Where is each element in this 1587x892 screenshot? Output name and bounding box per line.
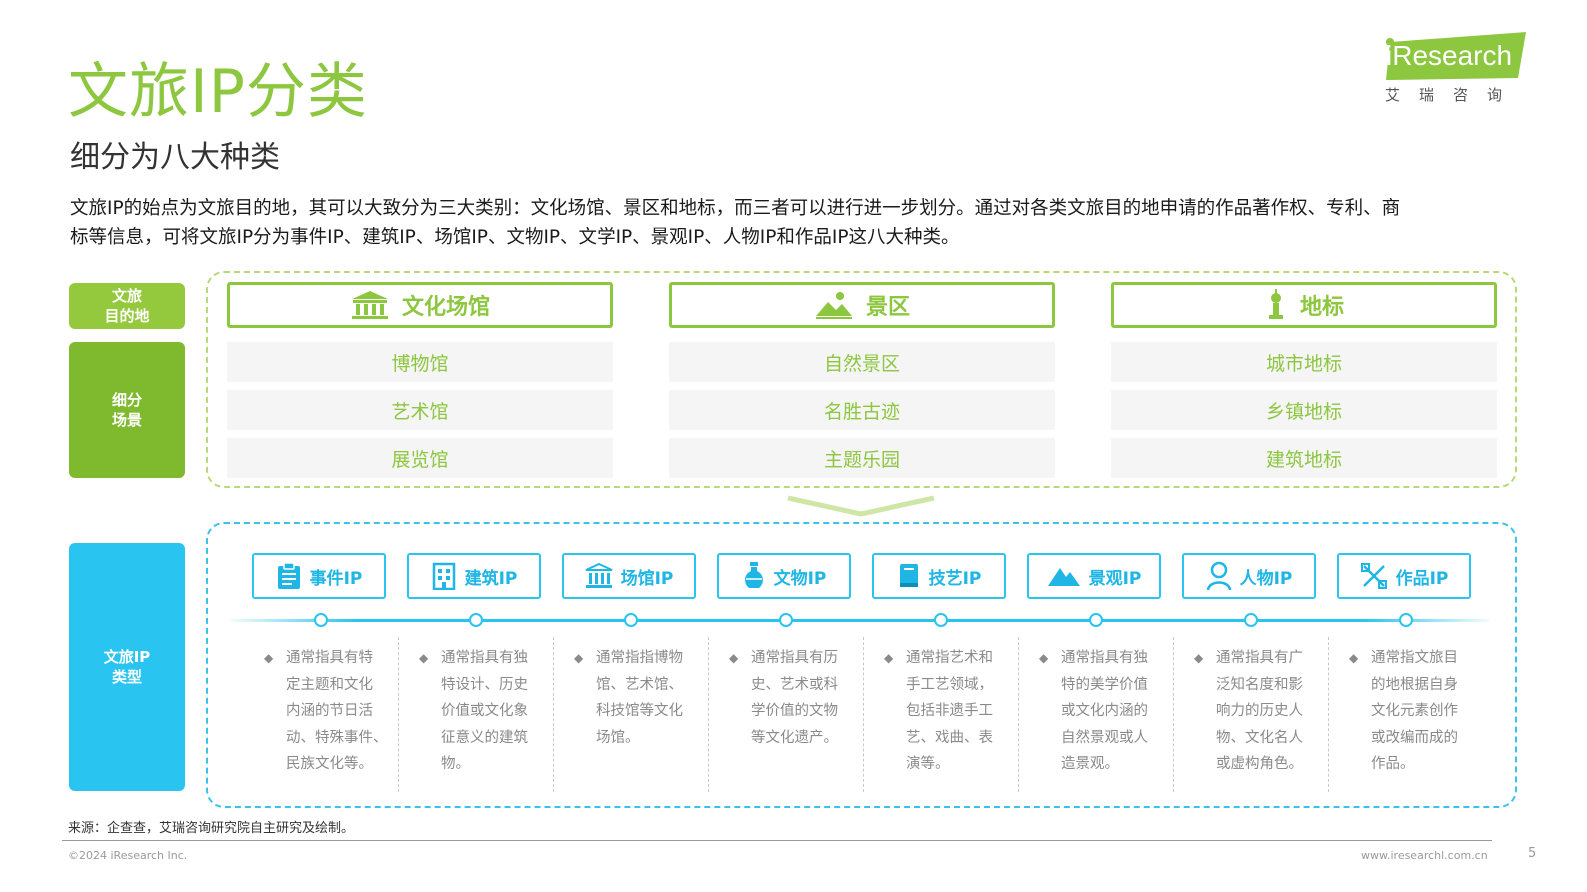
ip-type-venue: 场馆IP: [562, 553, 696, 599]
intro-line: 标等信息，可将文旅IP分为事件IP、建筑IP、场馆IP、文物IP、文学IP、景观…: [70, 227, 960, 248]
label-destination: 文旅 目的地: [69, 283, 185, 329]
diamond-bullet-icon: ◆: [884, 651, 894, 665]
ip-type-description: ◆ 通常指具有独 特的美学价值 或文化内涵的 自然景观或人 造景观。: [1039, 645, 1181, 778]
scene-item: 博物馆: [227, 342, 613, 382]
tower-icon: [1268, 289, 1283, 319]
diamond-bullet-icon: ◆: [729, 651, 739, 665]
page-number: 5: [1528, 846, 1537, 861]
scene-item: 乡镇地标: [1111, 390, 1497, 430]
ip-type-relic: 文物IP: [717, 553, 851, 599]
ip-type-description: ◆ 通常指指博物 馆、艺术馆、 科技馆等文化 场馆。: [574, 645, 716, 751]
venue-icon: [585, 563, 613, 588]
timeline-line: [230, 619, 1490, 622]
logo-brand: iResearch: [1386, 40, 1513, 71]
intro-line: 文旅IP的始点为文旅目的地，其可以大致分为三大类别：文化场馆、景区和地标，而三者…: [70, 198, 1401, 219]
ip-type-landscape: 景观IP: [1027, 553, 1161, 599]
logo-subtitle: 艾瑞咨询: [1385, 86, 1522, 104]
person-icon: [1206, 561, 1231, 591]
ip-type-architecture: 建筑IP: [407, 553, 541, 599]
ip-type-description: ◆ 通常指文旅目 的地根据自身 文化元素创作 或改编而成的 作品。: [1349, 645, 1491, 778]
ip-type-person: 人物IP: [1182, 553, 1316, 599]
timeline-dot: [1089, 613, 1103, 627]
vase-icon: [744, 562, 763, 588]
tools-icon: [1360, 563, 1387, 589]
ip-type-description: ◆ 通常指具有特 定主题和文化 内涵的节日活 动、特殊事件、 民族文化等。: [264, 645, 406, 778]
category-landmark: 地标: [1111, 282, 1497, 328]
diamond-bullet-icon: ◆: [574, 651, 584, 665]
timeline-dot: [779, 613, 793, 627]
category-scenic-area: 景区: [669, 282, 1055, 328]
timeline-dot: [934, 613, 948, 627]
ip-type-work: 作品IP: [1337, 553, 1471, 599]
intro-paragraph: 文旅IP的始点为文旅目的地，其可以大致分为三大类别：文化场馆、景区和地标，而三者…: [70, 194, 1500, 252]
ip-type-craft: 技艺IP: [872, 553, 1006, 599]
website-link[interactable]: www.iresearchl.com.cn: [1361, 849, 1488, 862]
timeline-dot: [624, 613, 638, 627]
timeline-dot: [1399, 613, 1413, 627]
clipboard-icon: [277, 562, 300, 589]
category-culture-venue: 文化场馆: [227, 282, 613, 328]
ip-type-description: ◆ 通常指具有独 特设计、历史 价值或文化象 征意义的建筑 物。: [419, 645, 561, 778]
page-subtitle: 细分为八大种类: [70, 140, 280, 175]
landscape-icon: [815, 292, 852, 319]
book-icon: [899, 564, 918, 587]
page-title: 文旅IP分类: [68, 57, 368, 127]
timeline-dot: [469, 613, 483, 627]
footer-divider: [62, 840, 1492, 841]
label-ip-type: 文旅IP 类型: [69, 543, 185, 791]
chevron-down-icon: [787, 495, 935, 517]
diamond-bullet-icon: ◆: [264, 651, 274, 665]
diamond-bullet-icon: ◆: [419, 651, 429, 665]
mountain-icon: [1047, 568, 1080, 586]
museum-icon: [351, 291, 388, 319]
diamond-bullet-icon: ◆: [1194, 651, 1204, 665]
label-scene: 细分 场景: [69, 342, 185, 478]
source-note: 来源：企查查，艾瑞咨询研究院自主研究及绘制。: [68, 821, 355, 836]
diamond-bullet-icon: ◆: [1349, 651, 1359, 665]
scene-item: 城市地标: [1111, 342, 1497, 382]
scene-item: 建筑地标: [1111, 438, 1497, 478]
scene-item: 自然景区: [669, 342, 1055, 382]
scene-item: 艺术馆: [227, 390, 613, 430]
timeline-dot: [314, 613, 328, 627]
ip-type-description: ◆ 通常指具有历 史、艺术或科 学价值的文物 等文化遗产。: [729, 645, 871, 751]
ip-type-event: 事件IP: [252, 553, 386, 599]
ip-type-description: ◆ 通常指具有广 泛知名度和影 响力的历史人 物、文化名人 或虚构角色。: [1194, 645, 1336, 778]
copyright: ©2024 iResearch Inc.: [68, 849, 188, 862]
ip-type-description: ◆ 通常指艺术和 手工艺领域， 包括非遗手工 艺、戏曲、表 演等。: [884, 645, 1026, 778]
scene-item: 主题乐园: [669, 438, 1055, 478]
scene-item: 名胜古迹: [669, 390, 1055, 430]
timeline-dot: [1244, 613, 1258, 627]
building-icon: [432, 562, 455, 590]
diamond-bullet-icon: ◆: [1039, 651, 1049, 665]
scene-item: 展览馆: [227, 438, 613, 478]
